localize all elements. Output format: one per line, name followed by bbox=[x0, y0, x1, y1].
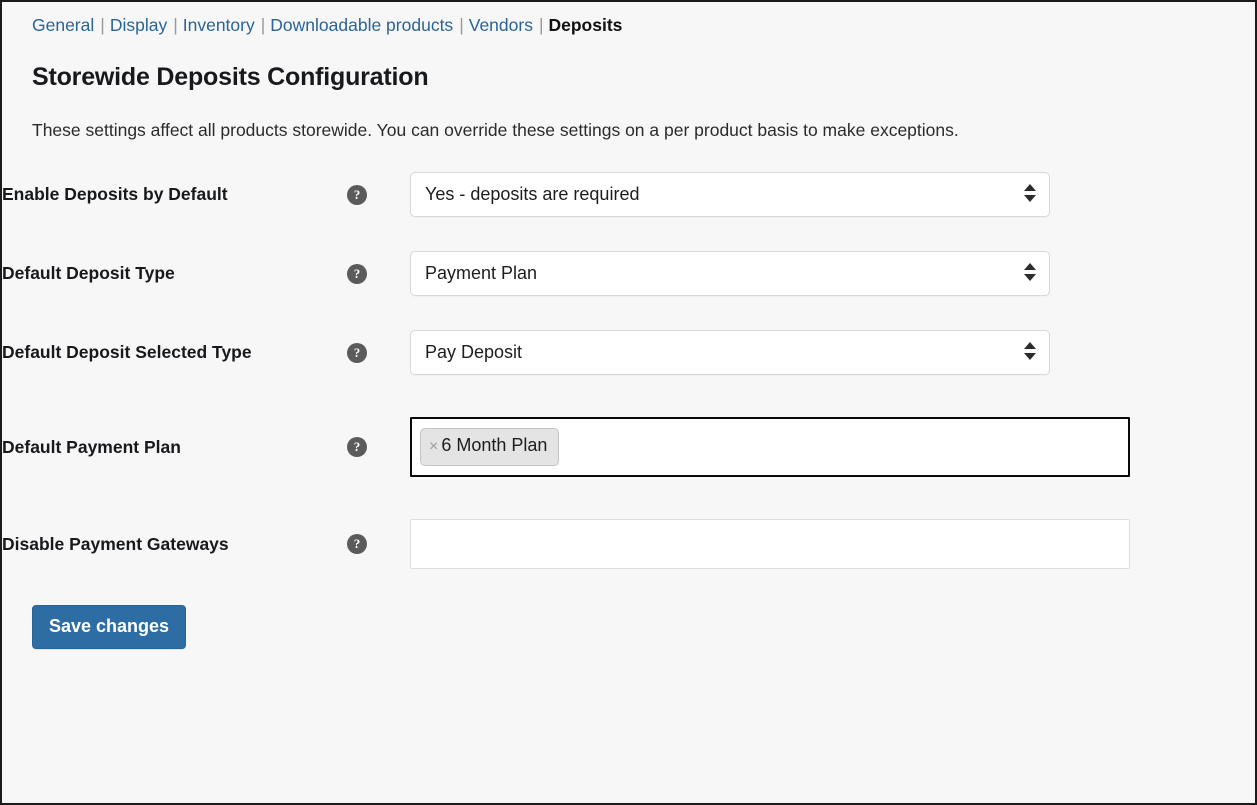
row-spacer bbox=[2, 296, 1255, 330]
field-label-enable-deposits: Enable Deposits by Default bbox=[2, 172, 347, 217]
subnav-separator: | bbox=[255, 15, 271, 35]
select-wrapper-deposit-selected-type: Pay Deposit bbox=[410, 330, 1050, 375]
subnav-item-general[interactable]: General bbox=[32, 15, 94, 35]
settings-subnav: General|Display|Inventory|Downloadable p… bbox=[2, 2, 1255, 36]
subnav-item-deposits[interactable]: Deposits bbox=[549, 15, 623, 35]
field-control-cell-deposit-selected-type: Pay Deposit bbox=[410, 330, 1255, 375]
help-icon[interactable]: ? bbox=[347, 185, 367, 205]
field-control-cell-disable-gateways bbox=[410, 519, 1255, 569]
select-wrapper-deposit-type: Payment Plan bbox=[410, 251, 1050, 296]
page-description: These settings affect all products store… bbox=[32, 118, 1255, 142]
select-wrapper-enable-deposits: Yes - deposits are required bbox=[410, 172, 1050, 217]
field-control-cell-payment-plan: ×6 Month Plan bbox=[410, 417, 1255, 477]
field-label-payment-plan: Default Payment Plan bbox=[2, 417, 347, 477]
subnav-separator: | bbox=[453, 15, 469, 35]
row-spacer bbox=[2, 217, 1255, 251]
subnav-separator: | bbox=[167, 15, 183, 35]
help-icon[interactable]: ? bbox=[347, 264, 367, 284]
settings-form: Enable Deposits by Default ? Yes - depos… bbox=[2, 172, 1255, 569]
form-actions: Save changes bbox=[32, 605, 1255, 649]
chip-label: 6 Month Plan bbox=[441, 435, 547, 455]
multiselect-disable-gateways[interactable] bbox=[410, 519, 1130, 569]
field-row-deposit-type: Default Deposit Type ? Payment Plan bbox=[2, 251, 1255, 296]
field-control-cell-deposit-type: Payment Plan bbox=[410, 251, 1255, 296]
subnav-item-downloadable-products[interactable]: Downloadable products bbox=[270, 15, 453, 35]
field-help-cell-payment-plan: ? bbox=[347, 417, 410, 477]
save-changes-button[interactable]: Save changes bbox=[32, 605, 186, 649]
select-deposit-selected-type[interactable]: Pay Deposit bbox=[410, 330, 1050, 375]
field-row-disable-gateways: Disable Payment Gateways ? bbox=[2, 519, 1255, 569]
help-icon[interactable]: ? bbox=[347, 343, 367, 363]
multiselect-payment-plan[interactable]: ×6 Month Plan bbox=[410, 417, 1130, 477]
row-spacer bbox=[2, 477, 1255, 519]
field-label-deposit-type: Default Deposit Type bbox=[2, 251, 347, 296]
select-enable-deposits[interactable]: Yes - deposits are required bbox=[410, 172, 1050, 217]
subnav-item-vendors[interactable]: Vendors bbox=[469, 15, 533, 35]
field-row-payment-plan: Default Payment Plan ? ×6 Month Plan bbox=[2, 417, 1255, 477]
chip-remove-icon[interactable]: × bbox=[429, 438, 438, 455]
field-label-disable-gateways: Disable Payment Gateways bbox=[2, 519, 347, 569]
field-row-enable-deposits: Enable Deposits by Default ? Yes - depos… bbox=[2, 172, 1255, 217]
multiselect-chip[interactable]: ×6 Month Plan bbox=[420, 428, 559, 466]
field-help-cell-deposit-type: ? bbox=[347, 251, 410, 296]
field-row-deposit-selected-type: Default Deposit Selected Type ? Pay Depo… bbox=[2, 330, 1255, 375]
subnav-separator: | bbox=[94, 15, 110, 35]
select-deposit-type[interactable]: Payment Plan bbox=[410, 251, 1050, 296]
field-help-cell-enable-deposits: ? bbox=[347, 172, 410, 217]
subnav-item-display[interactable]: Display bbox=[110, 15, 167, 35]
subnav-item-inventory[interactable]: Inventory bbox=[183, 15, 255, 35]
page-title: Storewide Deposits Configuration bbox=[32, 62, 1255, 92]
help-icon[interactable]: ? bbox=[347, 437, 367, 457]
help-icon[interactable]: ? bbox=[347, 534, 367, 554]
field-label-deposit-selected-type: Default Deposit Selected Type bbox=[2, 330, 347, 375]
settings-page: General|Display|Inventory|Downloadable p… bbox=[0, 0, 1257, 805]
field-control-cell-enable-deposits: Yes - deposits are required bbox=[410, 172, 1255, 217]
subnav-separator: | bbox=[533, 15, 549, 35]
field-help-cell-disable-gateways: ? bbox=[347, 519, 410, 569]
row-spacer bbox=[2, 375, 1255, 417]
field-help-cell-deposit-selected-type: ? bbox=[347, 330, 410, 375]
